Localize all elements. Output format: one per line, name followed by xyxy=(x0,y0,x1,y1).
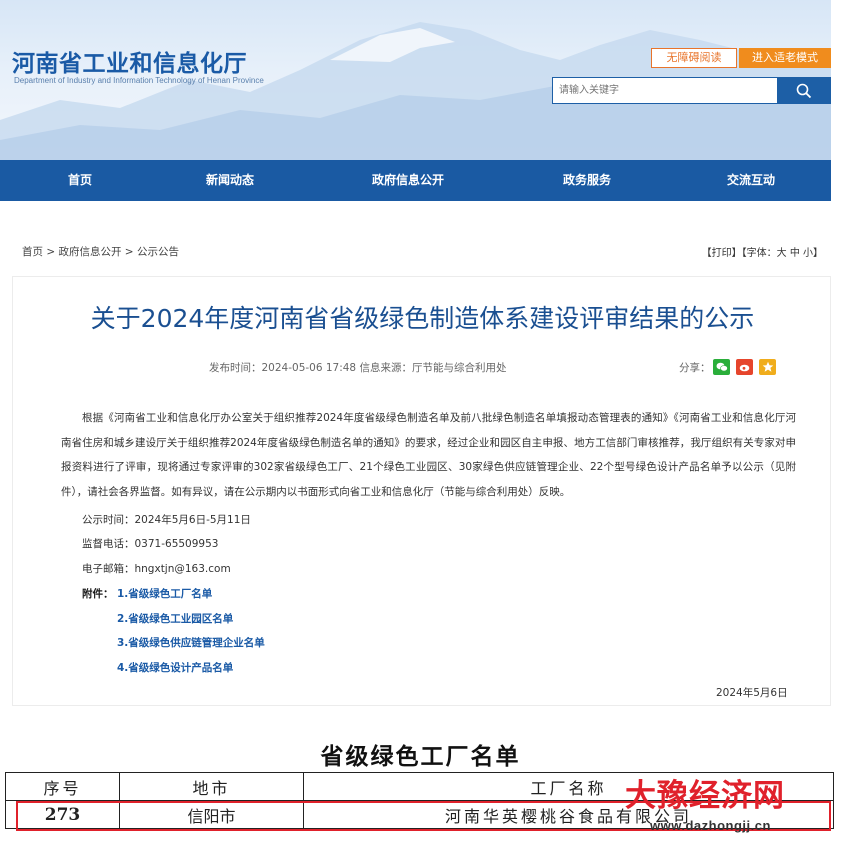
nav-item-interaction[interactable]: 交流互动 xyxy=(693,160,809,201)
search-input[interactable] xyxy=(552,77,778,104)
site-header: 河南省工业和信息化厅 Department of Industry and In… xyxy=(0,0,831,160)
print-font-tools[interactable]: 【打印】【字体：大 中 小】 xyxy=(702,244,823,259)
share-weibo-button[interactable] xyxy=(736,359,753,375)
nav-item-home[interactable]: 首页 xyxy=(22,160,138,201)
nav-item-services[interactable]: 政务服务 xyxy=(529,160,645,201)
attachments-label: 附件： xyxy=(82,588,114,600)
site-title[interactable]: 河南省工业和信息化厅 xyxy=(12,44,247,78)
accessible-reading-button[interactable]: 无障碍阅读 xyxy=(651,48,737,68)
attachment-link-green-parks[interactable]: 2.省级绿色工业园区名单 xyxy=(117,611,233,626)
share-wechat-button[interactable] xyxy=(713,359,730,375)
share-label: 分享： xyxy=(679,362,711,374)
article-body: 根据《河南省工业和信息化厅办公室关于组织推荐2024年度省级绿色制造名单及前八批… xyxy=(61,412,796,498)
publicity-period: 公示时间：2024年5月6日-5月11日 xyxy=(82,514,251,526)
header-cell-index: 序号 xyxy=(5,772,120,801)
article-date: 2024年5月6日 xyxy=(716,687,788,699)
site-subtitle: Department of Industry and Information T… xyxy=(14,76,264,85)
wechat-icon xyxy=(716,362,728,372)
nav-item-news[interactable]: 新闻动态 xyxy=(172,160,288,201)
contact-email: 电子邮箱：hngxtjn@163.com xyxy=(82,563,231,575)
header-cell-city: 地市 xyxy=(119,772,304,801)
attachment-link-green-supply-chain[interactable]: 3.省级绿色供应链管理企业名单 xyxy=(117,635,265,650)
weibo-icon xyxy=(739,364,749,372)
attachment-link-green-products[interactable]: 4.省级绿色设计产品名单 xyxy=(117,660,233,675)
factory-list-title: 省级绿色工厂名单 xyxy=(320,743,521,770)
main-nav: 首页 新闻动态 政府信息公开 政务服务 交流互动 xyxy=(0,160,831,201)
favorite-icon xyxy=(762,361,773,372)
nav-item-gov-info[interactable]: 政府信息公开 xyxy=(350,160,466,201)
elderly-mode-button[interactable]: 进入适老模式 xyxy=(739,48,831,68)
article-panel: 关于2024年度河南省省级绿色制造体系建设评审结果的公示 发布时间：2024-0… xyxy=(12,276,831,706)
article-title: 关于2024年度河南省省级绿色制造体系建设评审结果的公示 xyxy=(90,304,755,333)
article-meta: 发布时间：2024-05-06 17:48 信息来源：厅节能与综合利用处 xyxy=(209,362,507,374)
search-icon xyxy=(796,83,812,98)
attachment-link-green-factories[interactable]: 1.省级绿色工厂名单 xyxy=(117,586,212,601)
search-button[interactable] xyxy=(777,77,831,104)
share-favorite-button[interactable] xyxy=(759,359,776,375)
watermark-logo: 大豫经济网 xyxy=(625,778,785,814)
watermark-url: www.dazhongjj.cn xyxy=(650,818,771,833)
supervision-phone: 监督电话：0371-65509953 xyxy=(82,538,219,550)
breadcrumb[interactable]: 首页 > 政府信息公开 > 公示公告 xyxy=(22,244,179,259)
